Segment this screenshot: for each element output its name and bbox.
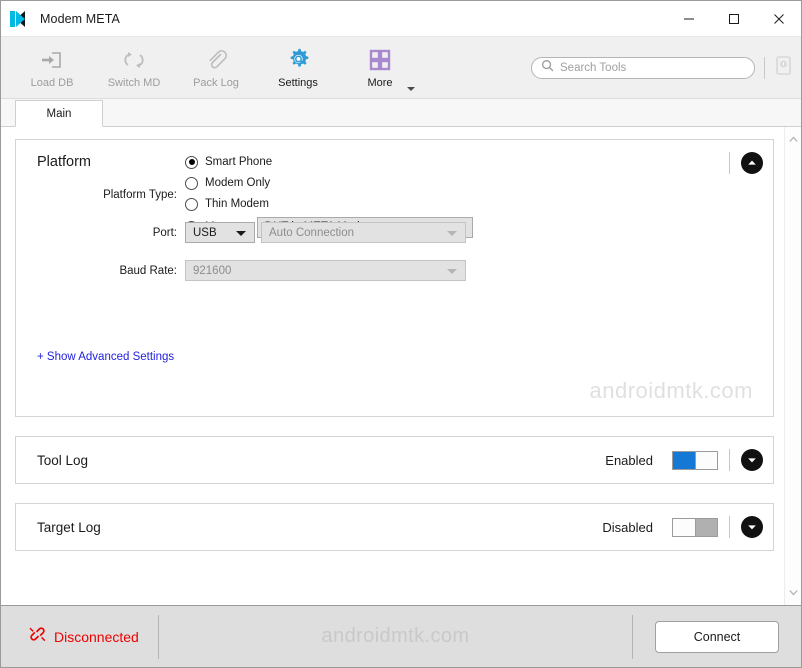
platform-panel-title: Platform (37, 154, 91, 170)
connection-status: Disconnected (1, 606, 158, 667)
switch-md-label: Switch MD (107, 76, 161, 89)
connection-value: Auto Connection (269, 226, 355, 239)
panel-watermark: androidmtk.com (589, 378, 753, 403)
scroll-down-icon[interactable] (785, 584, 802, 601)
tab-strip: Main (1, 99, 801, 127)
load-db-label: Load DB (30, 76, 74, 89)
settings-label: Settings (278, 76, 318, 89)
more-button[interactable]: More (343, 39, 417, 97)
pack-log-label: Pack Log (193, 76, 239, 89)
disconnected-link-icon (29, 626, 46, 647)
platform-panel-header-actions (729, 152, 763, 174)
status-text: Disconnected (54, 628, 139, 645)
target-log-controls: Disabled (602, 516, 763, 538)
tool-log-controls: Enabled (605, 449, 763, 471)
platform-panel: Platform Platform Type: Smart Phone Mode… (15, 139, 774, 417)
toolbar-divider (764, 56, 765, 79)
tab-main[interactable]: Main (15, 100, 103, 127)
radio-thin-modem-label: Thin Modem (205, 198, 269, 210)
chevron-up-icon[interactable] (741, 152, 763, 174)
show-advanced-settings-link[interactable]: + Show Advanced Settings (37, 351, 174, 363)
chevron-down-icon (236, 230, 246, 236)
target-log-panel: Target Log Disabled (15, 503, 774, 551)
status-bar: Disconnected androidmtk.com Connect (1, 605, 801, 667)
tool-log-toggle[interactable] (672, 450, 718, 470)
minimize-icon[interactable] (666, 1, 711, 37)
chevron-down-icon[interactable] (407, 86, 415, 91)
target-log-title: Target Log (37, 519, 101, 535)
radio-icon[interactable] (185, 197, 198, 211)
baud-rate-dropdown[interactable]: 921600 (185, 260, 466, 281)
toolbar: Load DB Switch MD Pack Log Settings More… (1, 37, 801, 99)
radio-modem-only[interactable]: Modem Only (185, 173, 473, 194)
tool-log-state-label: Enabled (605, 452, 653, 468)
radio-icon[interactable] (185, 176, 198, 190)
baud-rate-label: Baud Rate: (119, 264, 177, 277)
panels-container: Platform Platform Type: Smart Phone Mode… (1, 127, 784, 605)
maximize-icon[interactable] (711, 1, 756, 37)
pack-log-button[interactable]: Pack Log (179, 39, 253, 97)
platform-type-label: Platform Type: (103, 188, 177, 201)
title-bar: Modem META (1, 1, 801, 37)
content-scrollbar[interactable] (784, 127, 801, 605)
target-log-toggle[interactable] (672, 517, 718, 537)
content-area: Platform Platform Type: Smart Phone Mode… (1, 127, 801, 605)
tab-main-label: Main (46, 107, 72, 120)
window-title: Modem META (40, 11, 120, 26)
chevron-down-icon (447, 230, 457, 236)
radio-thin-modem[interactable]: Thin Modem (185, 194, 473, 215)
divider (729, 152, 730, 174)
connect-button[interactable]: Connect (655, 620, 779, 653)
port-dropdown[interactable]: USB (185, 222, 255, 243)
divider (729, 516, 730, 538)
more-grid-icon (368, 47, 392, 73)
modem-meta-logo-icon (10, 8, 32, 30)
switch-md-button[interactable]: Switch MD (97, 39, 171, 97)
port-row: Port: USB Auto Connection (16, 222, 773, 243)
connection-dropdown[interactable]: Auto Connection (261, 222, 466, 243)
scroll-up-icon[interactable] (785, 131, 802, 148)
chevron-down-icon[interactable] (741, 449, 763, 471)
platform-form: Platform Type: Smart Phone Modem Only Th… (16, 155, 773, 281)
platform-type-row: Platform Type: Smart Phone Modem Only Th… (16, 155, 773, 238)
radio-icon-selected[interactable] (185, 155, 198, 169)
search-input[interactable] (560, 61, 745, 74)
window-controls (666, 1, 801, 37)
target-log-state-label: Disabled (602, 519, 653, 535)
load-db-icon (40, 47, 64, 73)
search-icon (541, 59, 554, 77)
settings-gear-icon (286, 47, 311, 73)
connect-area: Connect (633, 606, 801, 667)
baud-rate-row: Baud Rate: 921600 (16, 260, 773, 281)
port-label: Port: (152, 226, 177, 239)
port-value: USB (193, 226, 217, 239)
divider (729, 449, 730, 471)
more-label: More (367, 76, 393, 89)
chevron-down-icon[interactable] (741, 516, 763, 538)
radio-modem-only-label: Modem Only (205, 177, 271, 189)
radio-smart-phone[interactable]: Smart Phone (185, 152, 473, 173)
close-icon[interactable] (756, 1, 801, 37)
device-info-icon[interactable] (774, 55, 793, 81)
settings-button[interactable]: Settings (261, 39, 335, 97)
search-area (531, 55, 793, 81)
chevron-down-icon (447, 268, 457, 274)
baud-rate-value: 921600 (193, 264, 232, 277)
tool-log-title: Tool Log (37, 452, 89, 468)
status-watermark: androidmtk.com (321, 625, 470, 647)
pack-log-icon (204, 47, 228, 73)
tool-log-panel: Tool Log Enabled (15, 436, 774, 484)
load-db-button[interactable]: Load DB (15, 39, 89, 97)
search-box[interactable] (531, 56, 755, 79)
radio-smart-phone-label: Smart Phone (205, 156, 273, 168)
switch-md-icon (122, 47, 146, 73)
app-window: Modem META Load DB Switch MD Pack Log Se… (0, 0, 802, 668)
